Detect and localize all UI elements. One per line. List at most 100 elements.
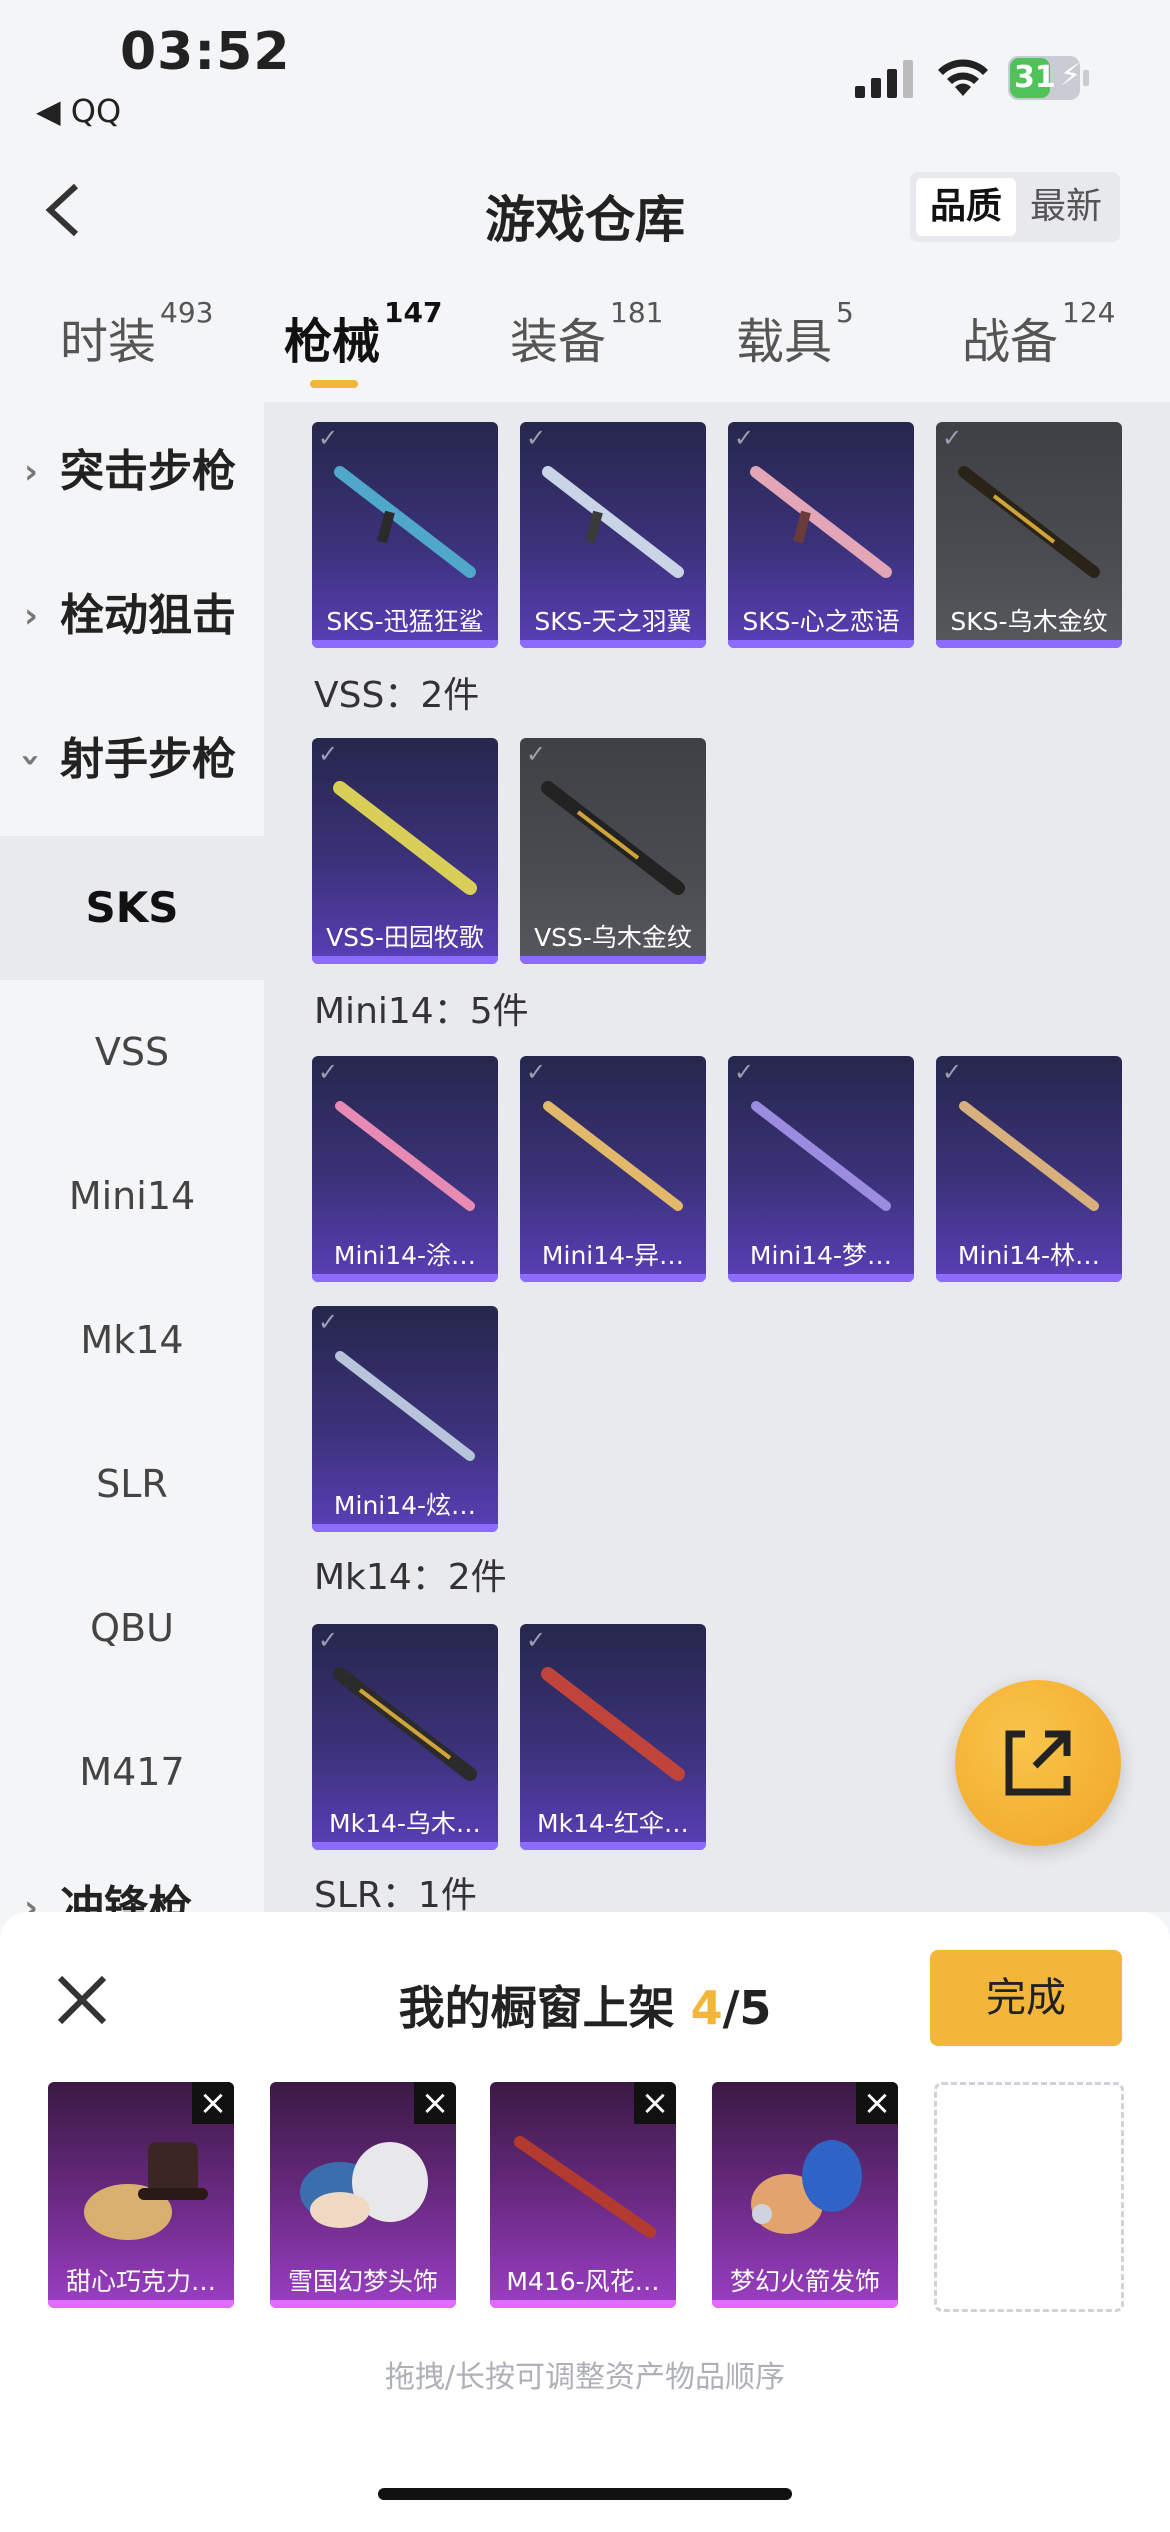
item-name: Mini14-异… — [541, 1241, 685, 1270]
tab-equipment[interactable]: 装备181 — [510, 296, 663, 372]
chevron-right-icon: › — [24, 596, 39, 636]
tab-supplies[interactable]: 战备124 — [962, 296, 1115, 372]
item-card[interactable]: ✓ VSS-乌木金纹 — [520, 738, 706, 964]
item-card[interactable]: ✓ SKS-乌木金纹 — [936, 422, 1122, 648]
section-title-vss: VSS：2件 — [314, 675, 480, 716]
remove-icon[interactable]: × — [192, 2082, 234, 2124]
headwear-icon — [300, 2142, 428, 2228]
shelf-item[interactable]: × 甜心巧克力… — [48, 2082, 234, 2308]
signal-icon — [855, 60, 913, 98]
sidebar-item-slr[interactable]: SLR — [0, 1412, 264, 1556]
item-name: 梦幻火箭发饰 — [729, 2267, 880, 2296]
battery-level: 31 — [1014, 60, 1056, 95]
item-name: Mini14-梦… — [749, 1241, 893, 1270]
check-icon: ✓ — [942, 1058, 963, 1086]
sidebar: › 突击步枪 › 栓动狙击 › 射手步枪 SKS VSS Mini14 Mk14 SL… — [0, 402, 264, 1912]
empty-shelf-slot[interactable] — [934, 2082, 1124, 2312]
external-link-icon — [1005, 1730, 1071, 1796]
rifle-icon — [334, 466, 476, 578]
check-icon: ✓ — [734, 1058, 755, 1086]
item-name: Mini14-涂… — [333, 1241, 477, 1270]
sidebar-group-marksman-rifles[interactable]: › 射手步枪 — [0, 690, 264, 830]
section-title-mk14: Mk14：2件 — [314, 1557, 507, 1598]
tab-label: 装备 — [510, 314, 607, 370]
item-name: SKS-乌木金纹 — [950, 607, 1108, 636]
wifi-icon — [938, 59, 988, 96]
check-icon: ✓ — [318, 1058, 339, 1086]
status-bar: 03:52 ◀ QQ 31 ⚡ — [0, 0, 1170, 140]
rifle-icon — [542, 466, 684, 578]
tab-count: 124 — [1062, 296, 1116, 329]
item-name: VSS-乌木金纹 — [534, 923, 692, 952]
item-card[interactable]: ✓ Mk14-红伞… — [520, 1624, 706, 1850]
section-title-mini14: Mini14：5件 — [314, 991, 529, 1032]
section-title-slr: SLR：1件 — [314, 1875, 477, 1912]
item-card[interactable]: ✓ Mk14-乌木… — [312, 1624, 498, 1850]
sidebar-group-assault-rifles[interactable]: › 突击步枪 — [0, 402, 264, 542]
item-card[interactable]: ✓ SKS-天之羽翼 — [520, 422, 706, 648]
item-name: M416-风花… — [506, 2267, 660, 2296]
tab-count: 181 — [610, 296, 664, 329]
clock: 03:52 — [120, 22, 291, 82]
rifle-icon — [541, 781, 685, 895]
item-card[interactable]: ✓ Mini14-梦… — [728, 1056, 914, 1282]
sidebar-item-vss[interactable]: VSS — [0, 980, 264, 1124]
check-icon: ✓ — [526, 1058, 547, 1086]
sidebar-item-mk14[interactable]: Mk14 — [0, 1268, 264, 1412]
shelf-item[interactable]: × 雪国幻梦头饰 — [270, 2082, 456, 2308]
battery-icon: 31 ⚡ — [1008, 56, 1090, 100]
rifle-icon — [335, 1101, 475, 1211]
shelf-item[interactable]: × 梦幻火箭发饰 — [712, 2082, 898, 2308]
done-button[interactable]: 完成 — [930, 1950, 1122, 2046]
sidebar-group-label: 射手步枪 — [60, 734, 236, 785]
item-card[interactable]: ✓ Mini14-涂… — [312, 1056, 498, 1282]
remove-icon[interactable]: × — [634, 2082, 676, 2124]
home-indicator[interactable] — [378, 2488, 792, 2500]
rifle-icon — [335, 1351, 475, 1461]
sidebar-item-qbu[interactable]: QBU — [0, 1556, 264, 1700]
shelf-item[interactable]: × M416-风花… — [490, 2082, 676, 2308]
hair-accessory-icon — [751, 2140, 862, 2234]
sort-quality-option[interactable]: 品质 — [916, 178, 1016, 236]
sidebar-item-sks[interactable]: SKS — [0, 836, 264, 980]
rifle-icon — [333, 1667, 477, 1781]
sidebar-group-smg[interactable]: › 冲锋枪 — [0, 1838, 264, 1912]
tab-vehicles[interactable]: 载具5 — [736, 296, 854, 372]
tab-fashion[interactable]: 时装493 — [60, 296, 213, 372]
item-card[interactable]: ✓ VSS-田园牧歌 — [312, 738, 498, 964]
sidebar-group-label: 栓动狙击 — [60, 590, 236, 641]
item-card[interactable]: ✓ Mini14-异… — [520, 1056, 706, 1282]
sidebar-item-mini14[interactable]: Mini14 — [0, 1124, 264, 1268]
sidebar-item-m417[interactable]: M417 — [0, 1700, 264, 1844]
rifle-icon — [750, 466, 892, 578]
sidebar-group-label: 冲锋枪 — [60, 1882, 192, 1912]
tab-weapons[interactable]: 枪械147 — [284, 296, 442, 372]
item-card[interactable]: ✓ Mini14-炫… — [312, 1306, 498, 1532]
remove-icon[interactable]: × — [414, 2082, 456, 2124]
reorder-hint: 拖拽/长按可调整资产物品顺序 — [384, 2360, 786, 2395]
check-icon: ✓ — [318, 424, 339, 452]
check-icon: ✓ — [526, 424, 547, 452]
sort-toggle: 品质 最新 — [910, 172, 1120, 242]
tab-count: 147 — [384, 296, 443, 329]
check-icon: ✓ — [526, 740, 547, 768]
back-to-app-link[interactable]: ◀ QQ — [36, 92, 121, 130]
share-fab-button[interactable] — [955, 1680, 1121, 1846]
sort-newest-option[interactable]: 最新 — [1016, 178, 1116, 236]
item-card[interactable]: ✓ SKS-迅猛狂鲨 — [312, 422, 498, 648]
item-name: SKS-迅猛狂鲨 — [326, 607, 484, 636]
chevron-right-icon: › — [24, 1888, 39, 1912]
check-icon: ✓ — [734, 424, 755, 452]
item-card[interactable]: ✓ SKS-心之恋语 — [728, 422, 914, 648]
sidebar-group-bolt-snipers[interactable]: › 栓动狙击 — [0, 546, 264, 686]
item-name: 甜心巧克力… — [65, 2267, 216, 2296]
tab-count: 5 — [836, 296, 854, 329]
item-name: 雪国幻梦头饰 — [287, 2267, 438, 2296]
item-card[interactable]: ✓ Mini14-林… — [936, 1056, 1122, 1282]
item-name: Mk14-红伞… — [537, 1809, 689, 1838]
remove-icon[interactable]: × — [856, 2082, 898, 2124]
rifle-icon — [543, 1101, 683, 1211]
tab-count: 493 — [160, 296, 214, 329]
tab-label: 载具 — [736, 314, 833, 370]
rifle-icon — [959, 1101, 1099, 1211]
